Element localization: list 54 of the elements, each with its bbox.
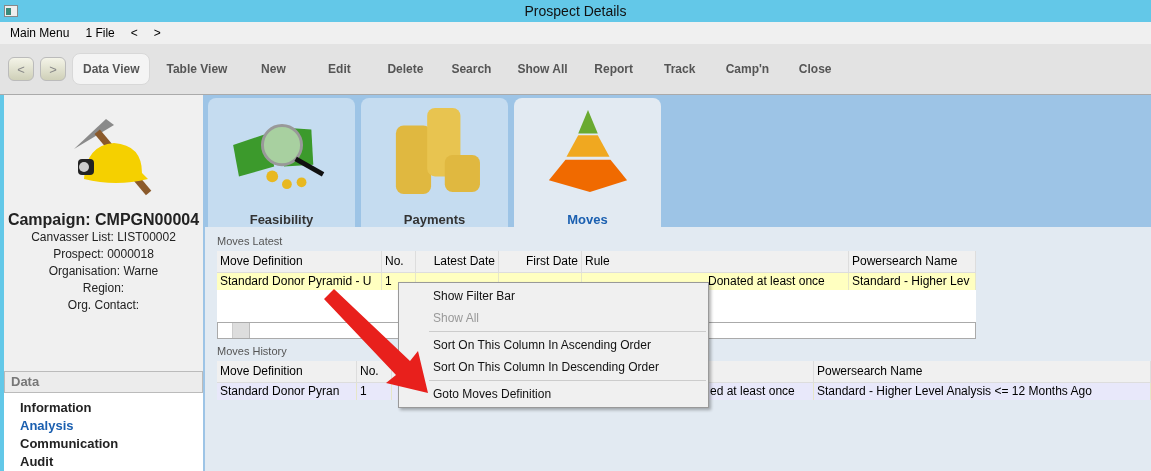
window-title: Prospect Details — [524, 3, 627, 19]
toolbar-button[interactable]: Track — [649, 53, 710, 85]
column-header[interactable]: First Date — [499, 251, 582, 272]
column-header[interactable]: Rule — [582, 251, 849, 272]
menu-item[interactable]: < — [130, 26, 138, 40]
toolbar-button[interactable]: Table View — [156, 53, 238, 85]
sidebar-item[interactable]: Information — [20, 399, 203, 417]
table-cell: Standard Donor Pyramid - U — [220, 274, 372, 288]
campaign-heading: Campaign: CMPGN00004 — [7, 211, 200, 229]
table-cell: Donated at least once — [708, 274, 825, 288]
summary-line: Organisation: Warne — [48, 263, 159, 280]
tab[interactable]: Payments — [361, 98, 508, 227]
app-icon — [4, 5, 18, 17]
column-header[interactable]: Latest Date — [416, 251, 499, 272]
sidebar-item[interactable]: Analysis — [20, 417, 203, 435]
menu-item[interactable]: Sort On This Column In Ascending Order — [433, 334, 651, 356]
toolbar-button[interactable]: Edit — [309, 53, 370, 85]
table-cell: Standard Donor Pyran — [220, 384, 340, 398]
toolbar-button[interactable]: Delete — [375, 53, 436, 85]
menu-item[interactable]: Goto Moves Definition — [433, 383, 552, 405]
toolbar-button[interactable]: New — [243, 53, 304, 85]
column-header[interactable]: No. — [360, 364, 379, 378]
section-title: Moves Latest — [217, 235, 283, 249]
toolbar-button[interactable]: Search — [441, 53, 502, 85]
toolbar-button[interactable]: Data View — [72, 53, 151, 85]
sidebar-item[interactable]: Audit — [20, 453, 203, 471]
column-header[interactable]: No. — [382, 251, 416, 272]
sidebar-item[interactable]: Communication — [20, 435, 203, 453]
menu-item[interactable]: 1 File — [85, 26, 115, 40]
toolbar-button[interactable]: Show All — [507, 53, 578, 85]
summary-line: Prospect: 0000018 — [53, 246, 154, 263]
menu-item[interactable]: Main Menu — [10, 26, 70, 40]
section-title: Moves History — [217, 345, 287, 359]
tab[interactable]: Feasibility — [208, 98, 355, 227]
column-header[interactable]: Powersearch Name — [817, 364, 923, 378]
summary-line: Org. Contact: — [67, 297, 140, 314]
summary-line: Region: — [82, 280, 125, 297]
column-header[interactable]: Powersearch Name — [849, 251, 976, 272]
table-cell: 1 — [360, 384, 367, 398]
tab[interactable]: Moves — [514, 98, 661, 227]
table-cell: Standard - Higher Lev — [852, 274, 970, 288]
column-header[interactable]: Move Definition — [220, 364, 303, 378]
toolbar-button[interactable]: Report — [583, 53, 644, 85]
toolbar-button[interactable]: Camp'n — [715, 53, 780, 85]
section-header: Data — [4, 371, 203, 393]
menu-item[interactable]: > — [153, 26, 161, 40]
menu-item[interactable]: Sort On This Column In Descending Order — [433, 356, 659, 378]
column-header[interactable]: Move Definition — [217, 251, 382, 272]
table-cell: Standard - Higher Level Analysis <= 12 Months Ago — [817, 384, 1092, 398]
menu-item[interactable]: Show Filter Bar — [433, 285, 516, 307]
summary-line: Canvasser List: LIST00002 — [31, 229, 176, 246]
table-cell: ed at least once — [710, 384, 795, 398]
table-cell: 1 — [385, 274, 392, 288]
toolbar-button[interactable]: Close — [785, 53, 846, 85]
